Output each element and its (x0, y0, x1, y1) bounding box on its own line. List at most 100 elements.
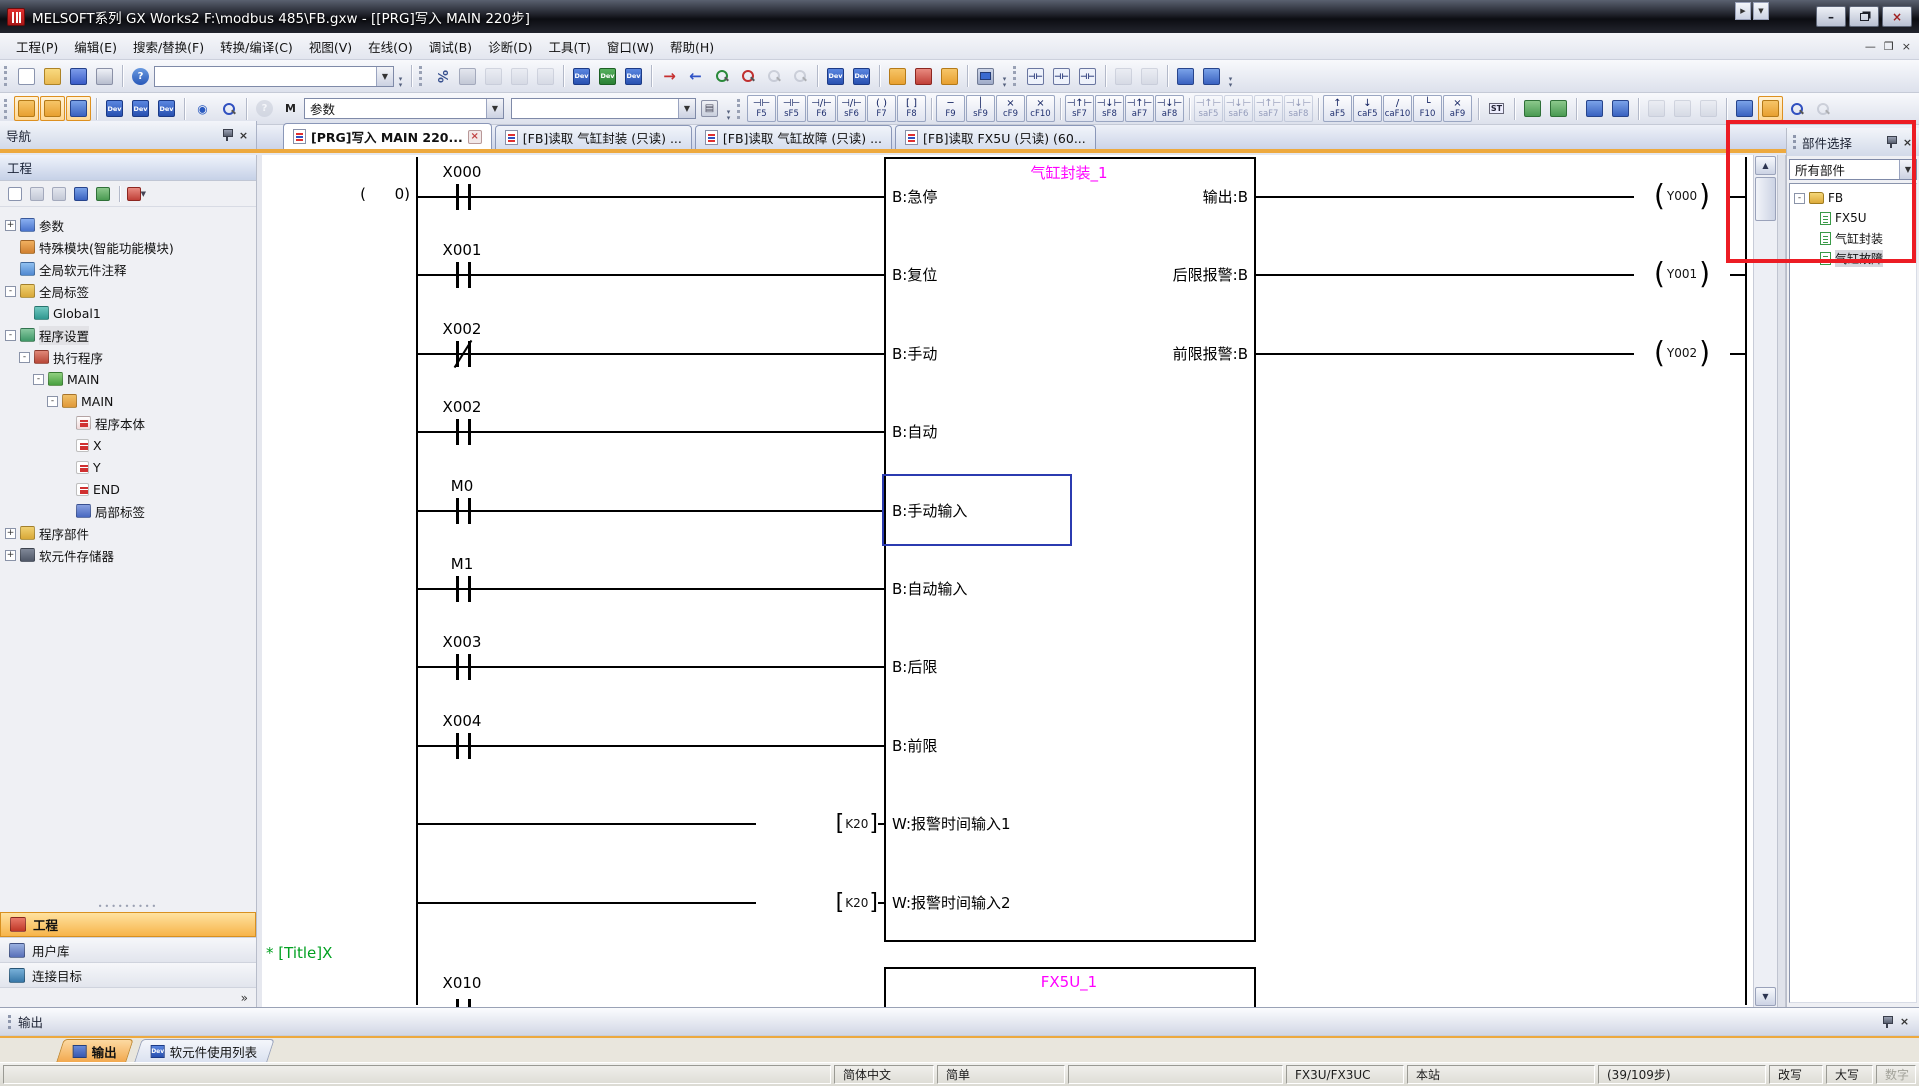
ladder-key-F7[interactable]: ( )F7 (867, 95, 896, 122)
chevron-down-icon[interactable]: ▼ (376, 67, 393, 86)
copy-item-button[interactable] (27, 184, 46, 203)
tree-expander-icon[interactable]: - (5, 286, 16, 297)
output-coil[interactable]: (Y000 ) (1634, 181, 1730, 211)
mdi-minimize-icon[interactable]: — (1865, 41, 1876, 52)
ladder-key-sF8[interactable]: ⊣↓⊢sF8 (1095, 95, 1124, 122)
find-instruction-button[interactable] (735, 64, 760, 89)
nav-view-button-2[interactable]: 连接目标 (0, 962, 256, 987)
close-icon[interactable]: × (1898, 1015, 1911, 1028)
doc-print-button[interactable] (1696, 96, 1721, 121)
nav-tree-item-4[interactable]: Global1 (0, 302, 256, 324)
ladder-key-F6[interactable]: ⊣/⊢F6 (807, 95, 836, 122)
pin-icon[interactable] (1882, 1016, 1892, 1028)
nav-more-chevron[interactable]: » (0, 987, 256, 1007)
ladder-key-aF9[interactable]: ×aF9 (1443, 95, 1472, 122)
watch-start-button[interactable] (1111, 64, 1136, 89)
toolbar-grip[interactable] (419, 66, 424, 86)
pin-icon[interactable] (222, 129, 232, 141)
paste-button[interactable] (481, 64, 506, 89)
device-combo[interactable]: 参数 ▼ (304, 98, 504, 119)
ladder-key-saF8[interactable]: ⊣↓⊢saF8 (1284, 95, 1313, 122)
chevron-down-icon[interactable]: ▼ (678, 99, 695, 118)
menu-item-10[interactable]: 帮助(H) (662, 33, 722, 60)
drag-handle[interactable] (8, 1015, 12, 1029)
tree-expander-icon[interactable]: + (5, 528, 16, 539)
nav-tree-item-15[interactable]: +软元件存储器 (0, 544, 256, 566)
fb-output-label[interactable]: 后限报警:B (1092, 264, 1248, 285)
nav-tree-item-11[interactable]: Y (0, 456, 256, 478)
contact-device-label[interactable]: X002 (412, 320, 512, 338)
minimize-button[interactable]: – (1816, 6, 1846, 27)
paste-special-button[interactable] (697, 96, 722, 121)
fb-output-label[interactable]: 输出:B (1092, 186, 1248, 207)
ladder-key-aF8[interactable]: ⊣↓⊢aF8 (1155, 95, 1184, 122)
tree-expander-icon[interactable]: + (5, 550, 16, 561)
ladder-key-aF7[interactable]: ⊣↑⊢aF7 (1125, 95, 1154, 122)
device-test-button[interactable] (621, 64, 646, 89)
contact-device-label[interactable]: M1 (412, 555, 512, 573)
ladder-key-cF9[interactable]: ×cF9 (996, 95, 1025, 122)
menu-item-5[interactable]: 在线(O) (360, 33, 421, 60)
jump-back-button[interactable] (683, 64, 708, 89)
toolbar-grip[interactable] (4, 99, 9, 119)
redo-button[interactable] (533, 64, 558, 89)
contact-device-label[interactable]: X004 (412, 712, 512, 730)
contact-device-label[interactable]: X010 (412, 974, 512, 992)
device-reference-button[interactable] (154, 96, 179, 121)
tree-expander-icon[interactable]: - (19, 352, 30, 363)
nav-tree-item-14[interactable]: +程序部件 (0, 522, 256, 544)
ladder-key-cF10[interactable]: ×cF10 (1026, 95, 1055, 122)
output-coil[interactable]: (Y002 ) (1634, 338, 1730, 368)
editor-vertical-scrollbar[interactable]: ▲ ▼ (1753, 155, 1777, 1007)
ladder-key-saF5[interactable]: ⊣↑⊢saF5 (1194, 95, 1223, 122)
verify-plc-button[interactable] (937, 64, 962, 89)
navigation-window-toggle[interactable] (14, 96, 39, 121)
menu-item-4[interactable]: 视图(V) (301, 33, 360, 60)
menu-item-6[interactable]: 调试(B) (421, 33, 480, 60)
menu-item-8[interactable]: 工具(T) (540, 33, 598, 60)
device-use-list-button[interactable] (128, 96, 153, 121)
document-tab-2[interactable]: [FB]读取 气缸故障 (只读) ... (695, 125, 892, 149)
fb-input-label[interactable]: W:报警时间输入1 (892, 813, 1011, 834)
nav-tree-item-3[interactable]: -全局标签 (0, 280, 256, 302)
output-tab-0[interactable]: 输出 (56, 1039, 133, 1062)
device-comment-button[interactable] (823, 64, 848, 89)
nav-view-button-0[interactable]: 工程 (0, 912, 256, 937)
display-setting-button[interactable] (190, 96, 215, 121)
new-project-button[interactable] (14, 64, 39, 89)
fb-selection-window-toggle[interactable] (40, 96, 65, 121)
find-prev-button[interactable] (761, 64, 786, 89)
refresh-button[interactable] (93, 184, 112, 203)
cut-button[interactable] (429, 64, 454, 89)
ladder-key-F9[interactable]: ─F9 (936, 95, 965, 122)
part-tree-root[interactable]: -FB (1790, 188, 1916, 208)
ladder-key-sF6[interactable]: ⊣/⊢sF6 (837, 95, 866, 122)
logging-button[interactable] (1199, 64, 1224, 89)
document-tab-1[interactable]: [FB]读取 气缸封装 (只读) ... (495, 125, 692, 149)
output-coil[interactable]: (Y001 ) (1634, 259, 1730, 289)
context-help-button[interactable] (252, 96, 277, 121)
nav-tree-item-6[interactable]: -执行程序 (0, 346, 256, 368)
monitor-start-button[interactable] (1023, 64, 1048, 89)
help-button[interactable] (128, 64, 153, 89)
zoom-in-button[interactable] (1784, 96, 1809, 121)
contact-device-label[interactable]: M0 (412, 477, 512, 495)
ladder-key-F10[interactable]: └F10 (1413, 95, 1442, 122)
quick-access-combo[interactable]: ▼ (154, 66, 394, 87)
paste-item-button[interactable] (49, 184, 68, 203)
edit-coil-button[interactable] (1546, 96, 1571, 121)
tab-close-icon[interactable]: × (468, 130, 482, 144)
contact-device-label[interactable]: X002 (412, 398, 512, 416)
doc-find-button[interactable] (1670, 96, 1695, 121)
monitor-mode-button[interactable] (973, 64, 998, 89)
fb-input-label[interactable]: B:急停 (892, 186, 937, 207)
ladder-key-sF9[interactable]: │sF9 (966, 95, 995, 122)
fb-input-label[interactable]: B:自动输入 (892, 578, 967, 599)
edit-rung-comment-button[interactable] (1582, 96, 1607, 121)
find-dialog-button[interactable] (278, 96, 303, 121)
monitor-pause-button[interactable] (1075, 64, 1100, 89)
ladder-key-caF10[interactable]: /caF10 (1383, 95, 1412, 122)
drag-handle[interactable] (1793, 135, 1797, 149)
nav-tree-item-13[interactable]: 局部标签 (0, 500, 256, 522)
device-write-monitor-button[interactable] (569, 64, 594, 89)
